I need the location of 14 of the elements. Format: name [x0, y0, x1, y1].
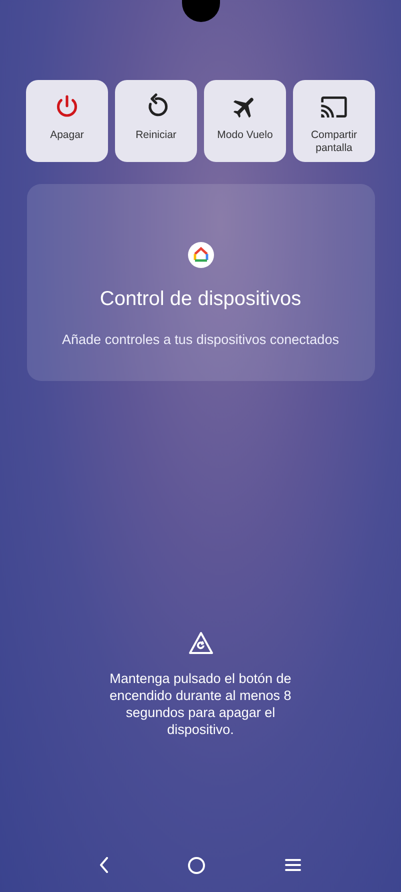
screen-share-button[interactable]: Compartir pantalla: [293, 80, 375, 162]
card-subtitle: Añade controles a tus dispositivos conectados: [62, 331, 339, 349]
restart-button[interactable]: Reiniciar: [115, 80, 197, 162]
home-app-icon: [188, 242, 214, 268]
hint-text: Mantenga pulsado el botón de encendido durante al menos 8 segundos para apagar el dispositivo.: [108, 671, 292, 738]
back-icon: [100, 857, 108, 873]
warning-icon: [188, 631, 214, 655]
home-icon: [188, 856, 205, 874]
power-off-button[interactable]: Apagar: [26, 80, 108, 162]
card-title: Control de dispositivos: [100, 287, 302, 312]
menu-icon: [285, 859, 301, 871]
device-controls-card[interactable]: Control de dispositivos Añade controles a tus dispositivos conectados: [26, 184, 374, 381]
airplane-mode-button[interactable]: Modo Vuelo: [204, 80, 286, 162]
camera-notch: [182, 0, 220, 22]
